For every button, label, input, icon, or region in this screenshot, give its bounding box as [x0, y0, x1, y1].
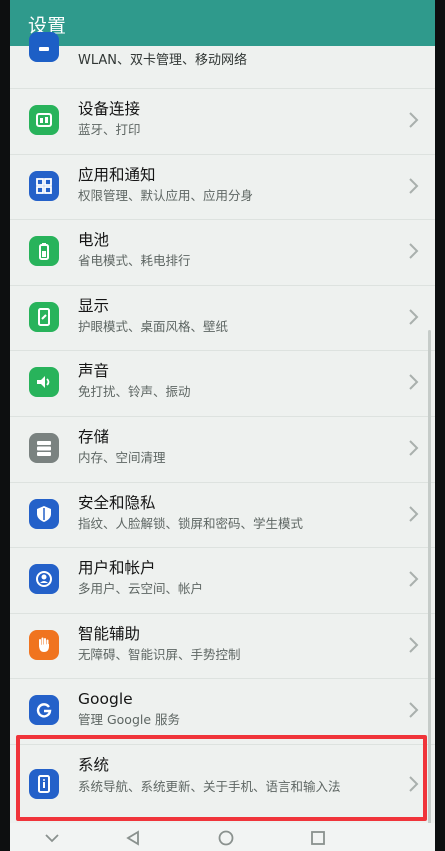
settings-screen: 设置 WLAN、双卡管理、移动网络 设备连接 蓝牙、打印 应用和通知 权限管理、…	[10, 0, 435, 851]
apps-grid-icon	[29, 170, 59, 201]
settings-item-title: 智能辅助	[78, 624, 141, 643]
back-icon[interactable]	[124, 830, 144, 846]
chevron-right-icon	[409, 309, 419, 325]
hand-icon	[29, 629, 59, 660]
settings-item-smart-assist[interactable]: 智能辅助 无障碍、智能识屏、手势控制	[10, 614, 435, 680]
settings-item-subtitle: 多用户、云空间、帐户	[78, 581, 204, 597]
chevron-right-icon	[409, 243, 419, 259]
navigation-bar	[10, 823, 435, 851]
chevron-down-icon[interactable]	[42, 830, 62, 846]
settings-item-title: 设备连接	[78, 100, 141, 118]
device-connect-icon	[29, 105, 59, 135]
google-icon	[29, 695, 59, 726]
settings-item-apps-notifications[interactable]: 应用和通知 权限管理、默认应用、应用分身	[10, 155, 435, 221]
network-icon	[29, 32, 59, 62]
settings-item-device-connection[interactable]: 设备连接 蓝牙、打印	[10, 89, 435, 155]
settings-item-subtitle: 管理 Google 服务	[78, 712, 181, 728]
settings-item-subtitle: 护眼模式、桌面风格、壁纸	[78, 318, 229, 334]
settings-item-title: 存储	[78, 427, 110, 446]
chevron-right-icon	[409, 112, 419, 128]
settings-item-subtitle: 内存、空间清理	[78, 449, 166, 465]
settings-item-subtitle: WLAN、双卡管理、移动网络	[78, 53, 248, 68]
settings-item-battery[interactable]: 电池 省电模式、耗电排行	[10, 220, 435, 286]
display-icon	[29, 301, 59, 332]
settings-item-subtitle: 蓝牙、打印	[78, 122, 141, 137]
settings-item-title: 显示	[78, 296, 110, 315]
settings-item-title: Google	[78, 690, 133, 709]
home-icon[interactable]	[216, 830, 236, 846]
settings-item-network[interactable]: WLAN、双卡管理、移动网络	[10, 32, 435, 89]
settings-item-storage[interactable]: 存储 内存、空间清理	[10, 417, 435, 483]
settings-item-title: 声音	[78, 362, 110, 381]
chevron-right-icon	[409, 702, 419, 719]
settings-item-title: 用户和帐户	[78, 559, 156, 578]
chevron-right-icon	[409, 637, 419, 653]
highlight-frame	[16, 735, 427, 821]
settings-item-subtitle: 免打扰、铃声、振动	[78, 384, 191, 400]
settings-item-users-accounts[interactable]: 用户和帐户 多用户、云空间、帐户	[10, 548, 435, 614]
app-bar: 设置	[10, 0, 435, 46]
chevron-right-icon	[409, 177, 419, 194]
recents-icon[interactable]	[308, 830, 328, 846]
user-icon	[29, 564, 59, 595]
settings-item-subtitle: 指纹、人脸解锁、锁屏和密码、学生模式	[78, 515, 304, 531]
settings-item-title: 电池	[78, 231, 110, 250]
settings-item-subtitle: 无障碍、智能识屏、手势控制	[78, 646, 241, 662]
chevron-right-icon	[409, 571, 419, 587]
storage-icon	[29, 432, 59, 463]
chevron-right-icon	[409, 440, 419, 456]
scrollbar[interactable]	[428, 330, 431, 830]
settings-list: WLAN、双卡管理、移动网络 设备连接 蓝牙、打印 应用和通知 权限管理、默认应…	[10, 32, 435, 828]
settings-item-title: 应用和通知	[78, 165, 156, 184]
settings-item-sound[interactable]: 声音 免打扰、铃声、振动	[10, 351, 435, 417]
chevron-right-icon	[409, 374, 419, 391]
settings-item-display[interactable]: 显示 护眼模式、桌面风格、壁纸	[10, 286, 435, 352]
settings-item-subtitle: 省电模式、耗电排行	[78, 253, 191, 269]
settings-item-security-privacy[interactable]: 安全和隐私 指纹、人脸解锁、锁屏和密码、学生模式	[10, 483, 435, 549]
chevron-right-icon	[409, 505, 419, 522]
settings-item-subtitle: 权限管理、默认应用、应用分身	[78, 187, 254, 203]
shield-icon	[29, 498, 59, 529]
battery-icon	[29, 236, 59, 267]
speaker-icon	[29, 367, 59, 398]
settings-item-title: 安全和隐私	[78, 493, 156, 512]
